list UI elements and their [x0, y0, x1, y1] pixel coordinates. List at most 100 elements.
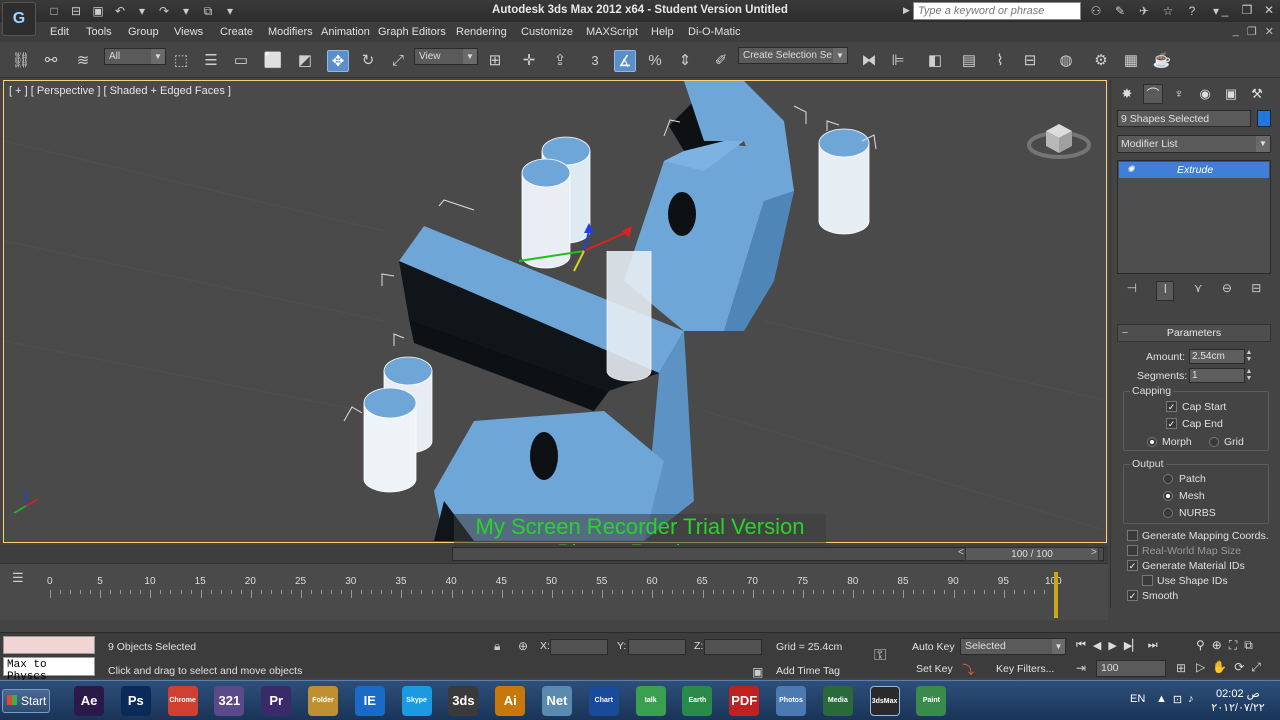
taskbar-app-3ds[interactable]: 3ds	[448, 686, 479, 716]
taskbar-app-3dsmax[interactable]: 3dsMax	[869, 686, 900, 716]
perspective-viewport[interactable]: [ + ] [ Perspective ] [ Shaded + Edged F…	[3, 80, 1107, 543]
time-configuration-icon[interactable]: ⊞	[1176, 661, 1186, 675]
motion-tab-icon[interactable]: ◉	[1195, 84, 1215, 104]
help-icon[interactable]: ?	[1184, 3, 1200, 19]
amount-spinner-arrows-icon[interactable]: ▲ ▼	[1245, 349, 1253, 364]
cap-end-checkbox[interactable]: ✓	[1166, 418, 1177, 429]
utilities-tab-icon[interactable]: ⚒	[1247, 84, 1267, 104]
doc-minimize-icon[interactable]: _	[1233, 25, 1239, 38]
auto-key-button[interactable]: Auto Key	[912, 641, 955, 653]
redo-icon[interactable]: ↷	[156, 3, 172, 19]
track-bar[interactable]: ☰ 0 5 10 15 20 25 30 35 40 45 50 55 60 65 70 75 80 85 90 95…	[0, 563, 1108, 620]
configure-modifier-sets-icon[interactable]: ⊟	[1251, 281, 1261, 301]
taskbar-app-ai[interactable]: Ai	[495, 686, 526, 716]
reference-coord-dropdown[interactable]: View ▼	[414, 48, 478, 65]
set-key-icon[interactable]: ⚿	[874, 647, 886, 665]
taskbar-app-321[interactable]: 321	[214, 686, 245, 716]
pan-icon[interactable]: ✋	[1212, 660, 1227, 675]
mirror-icon[interactable]: ⧓	[858, 50, 880, 72]
infocenter-search-input[interactable]: Type a keyword or phrase	[913, 2, 1081, 20]
taskbar-app-media[interactable]: Media	[822, 686, 853, 716]
binoculars-icon[interactable]: ⚇	[1088, 3, 1104, 19]
menu-animation[interactable]: Animation	[321, 26, 370, 38]
time-slider-thumb[interactable]: 100 / 100	[965, 547, 1099, 561]
remove-modifier-icon[interactable]: ⊖	[1222, 281, 1232, 301]
create-tab-icon[interactable]: ✸	[1117, 84, 1137, 104]
angle-snap-icon[interactable]: ∡	[614, 50, 636, 72]
previous-frame-icon[interactable]: ◀	[1093, 639, 1101, 652]
percent-snap-icon[interactable]: %	[644, 50, 666, 72]
align-icon[interactable]: ⊫	[887, 50, 909, 72]
unlink-icon[interactable]: ⚯	[40, 50, 62, 72]
curve-editor-icon[interactable]: ⌇	[989, 50, 1011, 72]
taskbar-app-chrome[interactable]: Chrome	[167, 686, 198, 716]
select-and-move-icon[interactable]: ✥	[327, 50, 349, 72]
communication-icon[interactable]: ✈	[1136, 3, 1152, 19]
show-end-result-icon[interactable]: Ⅰ	[1156, 281, 1175, 301]
redo-dropdown-icon[interactable]: ▾	[178, 3, 194, 19]
undo-icon[interactable]: ↶	[112, 3, 128, 19]
menu-modifiers[interactable]: Modifiers	[268, 26, 313, 38]
segments-spinner-arrows-icon[interactable]: ▲ ▼	[1245, 368, 1253, 383]
app-logo-button[interactable]: G	[2, 2, 36, 36]
start-button[interactable]: Start	[2, 689, 50, 713]
gen-material-ids-checkbox[interactable]: ✓	[1127, 560, 1138, 571]
rendered-frame-window-icon[interactable]: ▦	[1120, 50, 1142, 72]
taskbar-app-paint[interactable]: Paint	[916, 686, 947, 716]
render-production-icon[interactable]: ☕	[1151, 50, 1173, 72]
expand-search-icon[interactable]: ▶	[903, 5, 910, 16]
save-icon[interactable]: ▣	[90, 3, 106, 19]
taskbar-app-pr[interactable]: Pr	[261, 686, 292, 716]
go-to-start-icon[interactable]: ⏮	[1076, 639, 1086, 652]
time-tag-icon[interactable]: ▣	[752, 665, 763, 679]
layer-manager-icon[interactable]: ◧	[924, 50, 946, 72]
render-setup-icon[interactable]: ⚙	[1090, 50, 1112, 72]
play-icon[interactable]: ▶	[1108, 639, 1116, 652]
modifier-list-dropdown[interactable]: Modifier List ▼	[1117, 135, 1271, 153]
stack-item-extrude[interactable]: ✺ Extrude	[1119, 162, 1269, 178]
set-key-button[interactable]: Set Key	[916, 663, 953, 675]
menu-tools[interactable]: Tools	[86, 26, 112, 38]
mini-curve-editor-icon[interactable]: ☰	[12, 570, 24, 586]
morph-radio[interactable]	[1147, 437, 1157, 447]
current-frame-marker[interactable]	[1054, 572, 1058, 618]
menu-di-o-matic[interactable]: Di-O-Matic	[688, 26, 741, 38]
menu-create[interactable]: Create	[220, 26, 253, 38]
link-icon[interactable]: ⛓	[10, 50, 32, 72]
x-coord-field[interactable]	[550, 639, 608, 655]
select-object-icon[interactable]: ⬚	[170, 50, 192, 72]
make-unique-icon[interactable]: ⋎	[1194, 281, 1203, 301]
keyboard-shortcut-override-icon[interactable]: ⇪	[549, 50, 571, 72]
go-to-end-icon[interactable]: ⏭	[1148, 639, 1158, 652]
quick-access-dropdown-icon[interactable]: ▾	[222, 3, 238, 19]
use-shape-ids-checkbox[interactable]	[1142, 575, 1153, 586]
scene-objects[interactable]	[4, 81, 1107, 543]
nurbs-radio[interactable]	[1163, 508, 1173, 518]
z-coord-field[interactable]	[704, 639, 762, 655]
cap-start-checkbox[interactable]: ✓	[1166, 401, 1177, 412]
taskbar-app-net[interactable]: Net	[542, 686, 572, 716]
subscription-icon[interactable]: ✎	[1112, 3, 1128, 19]
taskbar-app-skype[interactable]: Skype	[401, 686, 432, 716]
key-mode-toggle-icon[interactable]: ⇥	[1076, 661, 1086, 675]
orbit-icon[interactable]: ⟳	[1234, 660, 1244, 675]
display-tab-icon[interactable]: ▣	[1221, 84, 1241, 104]
tray-expand-icon[interactable]: ▲	[1156, 693, 1167, 706]
menu-group[interactable]: Group	[128, 26, 159, 38]
parameters-rollout-header[interactable]: − Parameters	[1117, 324, 1271, 342]
taskbar-app-pdf[interactable]: PDF	[729, 686, 760, 716]
amount-spinner[interactable]: 2.54cm	[1189, 349, 1245, 364]
select-and-scale-icon[interactable]: ⤢	[387, 50, 409, 72]
real-world-checkbox[interactable]	[1127, 545, 1138, 556]
key-filters-button[interactable]: Key Filters...	[996, 663, 1054, 675]
zoom-all-icon[interactable]: ⊕	[1212, 638, 1222, 653]
edit-named-selection-icon[interactable]: ✐	[710, 50, 732, 72]
new-file-icon[interactable]: □	[46, 3, 62, 19]
gen-mapping-checkbox[interactable]	[1127, 530, 1138, 541]
menu-help[interactable]: Help	[651, 26, 674, 38]
maxscript-listener-input[interactable]	[3, 636, 95, 654]
bind-space-warp-icon[interactable]: ≋	[72, 50, 94, 72]
field-of-view-icon[interactable]: ▷	[1196, 660, 1205, 675]
add-time-tag-button[interactable]: Add Time Tag	[776, 665, 840, 677]
select-and-rotate-icon[interactable]: ↻	[357, 50, 379, 72]
